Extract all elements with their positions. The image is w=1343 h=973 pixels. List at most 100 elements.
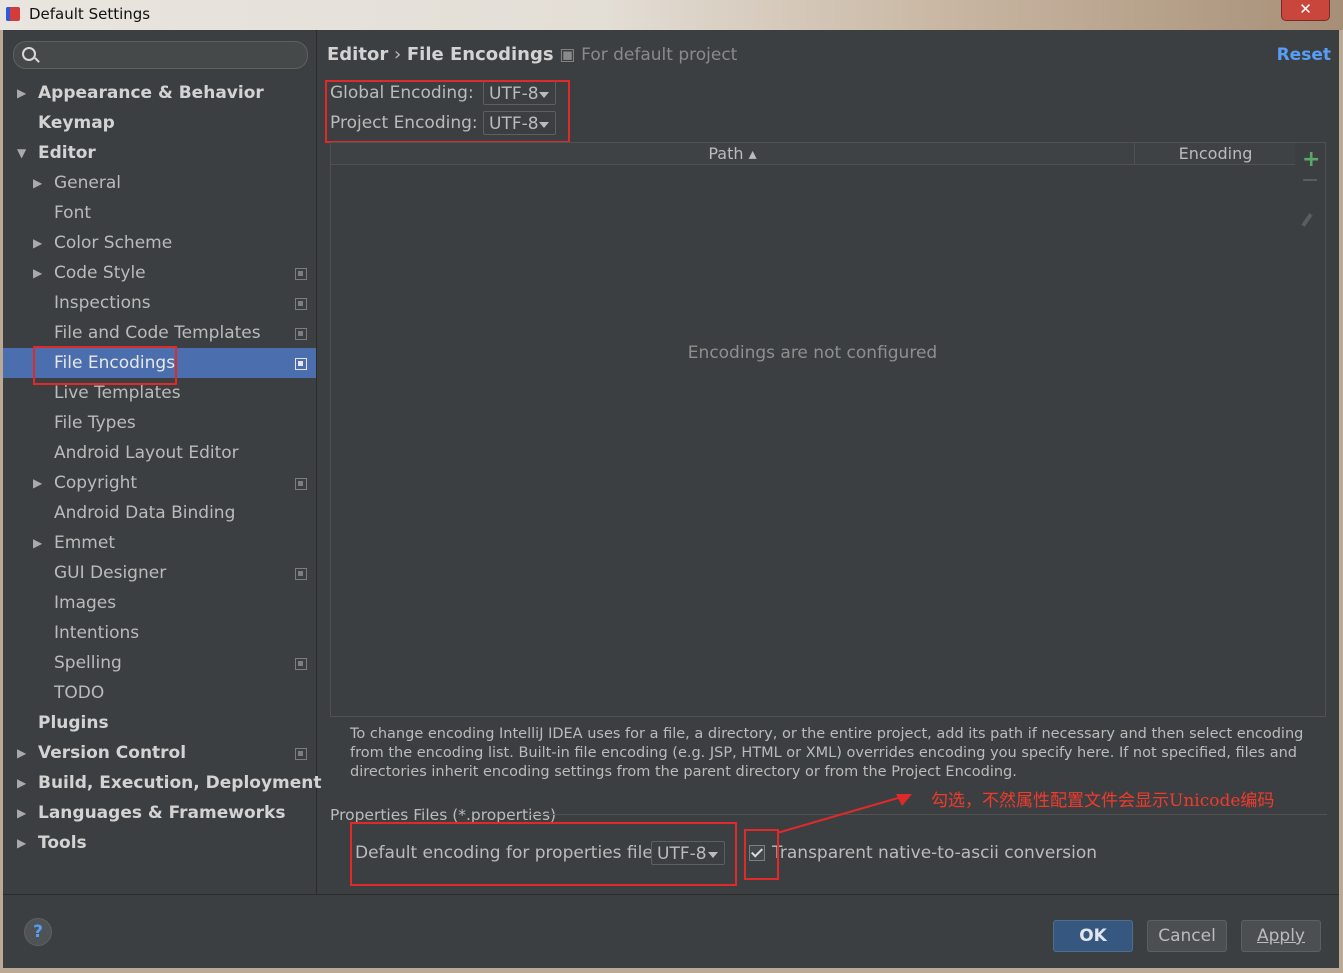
settings-search-input[interactable] bbox=[13, 41, 308, 69]
help-button[interactable]: ? bbox=[24, 918, 52, 946]
project-copy-icon bbox=[295, 358, 307, 370]
sidebar-item-label: GUI Designer bbox=[54, 563, 167, 583]
window-titlebar: Default Settings ✕ bbox=[0, 0, 1343, 30]
section-divider bbox=[527, 814, 1327, 815]
project-copy-icon bbox=[295, 478, 307, 490]
column-header-path[interactable]: Path ▴ bbox=[331, 143, 1135, 164]
sidebar-item-label: File and Code Templates bbox=[54, 323, 261, 343]
chevron-right-icon: ▶ bbox=[17, 746, 27, 760]
table-header: Path ▴ Encoding bbox=[331, 143, 1296, 165]
project-copy-icon bbox=[295, 328, 307, 340]
breadcrumb: Editor › File Encodings ▣ For default pr… bbox=[327, 44, 737, 65]
dropdown-arrow-icon bbox=[539, 92, 549, 98]
breadcrumb-separator: › bbox=[393, 44, 402, 65]
close-window-button[interactable]: ✕ bbox=[1281, 0, 1330, 21]
properties-encoding-select[interactable]: UTF-8 bbox=[651, 841, 725, 865]
project-copy-icon bbox=[295, 568, 307, 580]
breadcrumb-current: File Encodings bbox=[406, 44, 554, 65]
project-copy-icon bbox=[295, 658, 307, 670]
apply-button[interactable]: Apply bbox=[1241, 920, 1321, 952]
add-icon[interactable]: + bbox=[1302, 147, 1320, 172]
sidebar-item-version-control[interactable]: ▶ Version Control bbox=[3, 738, 316, 768]
breadcrumb-scope: For default project bbox=[581, 45, 738, 65]
cancel-button[interactable]: Cancel bbox=[1147, 920, 1227, 952]
sidebar-item-code-style[interactable]: ▶ Code Style bbox=[3, 258, 316, 288]
project-encoding-select[interactable]: UTF-8 bbox=[483, 111, 556, 135]
project-copy-icon bbox=[295, 268, 307, 280]
remove-icon[interactable] bbox=[1303, 179, 1317, 181]
project-copy-icon bbox=[295, 298, 307, 310]
sidebar-item-inspections[interactable]: Inspections bbox=[3, 288, 316, 318]
sidebar-item-file-encodings[interactable]: File Encodings bbox=[3, 348, 316, 378]
sidebar-item-label: Code Style bbox=[54, 263, 146, 283]
sidebar-item-plugins[interactable]: Plugins bbox=[3, 708, 316, 738]
transparent-native-ascii-label[interactable]: Transparent native-to-ascii conversion bbox=[772, 843, 1097, 863]
chevron-right-icon: ▶ bbox=[33, 536, 43, 550]
sidebar-item-emmet[interactable]: ▶ Emmet bbox=[3, 528, 316, 558]
chevron-right-icon: ▶ bbox=[17, 806, 27, 820]
sidebar-item-android-layout-editor[interactable]: Android Layout Editor bbox=[3, 438, 316, 468]
dropdown-arrow-icon bbox=[708, 852, 718, 858]
sidebar-item-keymap[interactable]: Keymap bbox=[3, 108, 316, 138]
properties-encoding-label: Default encoding for properties files: bbox=[355, 843, 668, 863]
sidebar-item-build-execution-deployment[interactable]: ▶ Build, Execution, Deployment bbox=[3, 768, 322, 798]
settings-sidebar: ▶ Appearance & Behavior Keymap ▼ Editor … bbox=[3, 30, 322, 894]
sidebar-item-label: General bbox=[54, 173, 121, 193]
sidebar-item-label: Live Templates bbox=[54, 383, 181, 403]
sidebar-item-label: Android Layout Editor bbox=[54, 443, 239, 463]
edit-icon[interactable] bbox=[1301, 213, 1313, 227]
sidebar-item-file-types[interactable]: File Types bbox=[3, 408, 316, 438]
table-empty-message: Encodings are not configured bbox=[687, 343, 938, 363]
global-encoding-select[interactable]: UTF-8 bbox=[483, 81, 556, 105]
sidebar-item-font[interactable]: Font bbox=[3, 198, 316, 228]
sidebar-item-images[interactable]: Images bbox=[3, 588, 316, 618]
sidebar-item-live-templates[interactable]: Live Templates bbox=[3, 378, 316, 408]
chevron-right-icon: ▶ bbox=[33, 476, 43, 490]
sidebar-item-label: Version Control bbox=[38, 743, 187, 763]
sidebar-item-label: Images bbox=[54, 593, 117, 613]
column-header-encoding[interactable]: Encoding bbox=[1135, 143, 1296, 164]
sidebar-item-languages-frameworks[interactable]: ▶ Languages & Frameworks bbox=[3, 798, 316, 828]
sidebar-item-copyright[interactable]: ▶ Copyright bbox=[3, 468, 316, 498]
chevron-right-icon: ▶ bbox=[33, 266, 43, 280]
project-copy-icon bbox=[295, 748, 307, 760]
sidebar-item-spelling[interactable]: Spelling bbox=[3, 648, 316, 678]
sidebar-item-editor[interactable]: ▼ Editor bbox=[3, 138, 316, 168]
sidebar-item-general[interactable]: ▶ General bbox=[3, 168, 316, 198]
sidebar-item-android-data-binding[interactable]: Android Data Binding bbox=[3, 498, 316, 528]
sidebar-item-intentions[interactable]: Intentions bbox=[3, 618, 316, 648]
project-encoding-label: Project Encoding: bbox=[330, 113, 478, 133]
sidebar-item-label: TODO bbox=[54, 683, 105, 703]
chevron-right-icon: ▶ bbox=[33, 236, 43, 250]
sidebar-item-label: Editor bbox=[38, 143, 96, 163]
sidebar-item-label: Android Data Binding bbox=[54, 503, 236, 523]
sidebar-item-file-code-templates[interactable]: File and Code Templates bbox=[3, 318, 316, 348]
sidebar-item-appearance-behavior[interactable]: ▶ Appearance & Behavior bbox=[3, 78, 316, 108]
sort-ascending-icon: ▴ bbox=[748, 144, 757, 163]
annotation-arrow-icon bbox=[776, 794, 912, 834]
reset-link[interactable]: Reset bbox=[1277, 45, 1331, 65]
sidebar-item-label: Font bbox=[54, 203, 92, 223]
sidebar-item-label: Copyright bbox=[54, 473, 138, 493]
global-encoding-label: Global Encoding: bbox=[330, 83, 474, 103]
sidebar-item-tools[interactable]: ▶ Tools bbox=[3, 828, 316, 858]
ok-button[interactable]: OK bbox=[1053, 920, 1133, 952]
breadcrumb-parent: Editor bbox=[327, 44, 389, 65]
settings-dialog: ▶ Appearance & Behavior Keymap ▼ Editor … bbox=[3, 30, 1339, 968]
sidebar-item-todo[interactable]: TODO bbox=[3, 678, 316, 708]
sidebar-item-label: Appearance & Behavior bbox=[38, 83, 264, 103]
sidebar-item-gui-designer[interactable]: GUI Designer bbox=[3, 558, 316, 588]
sidebar-item-label: Plugins bbox=[38, 713, 109, 733]
sidebar-item-label: Emmet bbox=[54, 533, 115, 553]
chevron-right-icon: ▶ bbox=[17, 836, 27, 850]
sidebar-item-color-scheme[interactable]: ▶ Color Scheme bbox=[3, 228, 316, 258]
sidebar-item-label: Tools bbox=[38, 833, 87, 853]
properties-encoding-value: UTF-8 bbox=[657, 844, 707, 864]
sidebar-item-label: Languages & Frameworks bbox=[38, 803, 286, 823]
sidebar-item-label: Inspections bbox=[54, 293, 151, 313]
transparent-native-ascii-checkbox[interactable] bbox=[749, 845, 765, 861]
file-encodings-panel: Editor › File Encodings ▣ For default pr… bbox=[317, 30, 1339, 894]
window-title: Default Settings bbox=[29, 5, 151, 23]
column-header-label: Path bbox=[708, 144, 744, 163]
path-encoding-table[interactable]: Path ▴ Encoding Encodings are not config… bbox=[330, 142, 1297, 717]
